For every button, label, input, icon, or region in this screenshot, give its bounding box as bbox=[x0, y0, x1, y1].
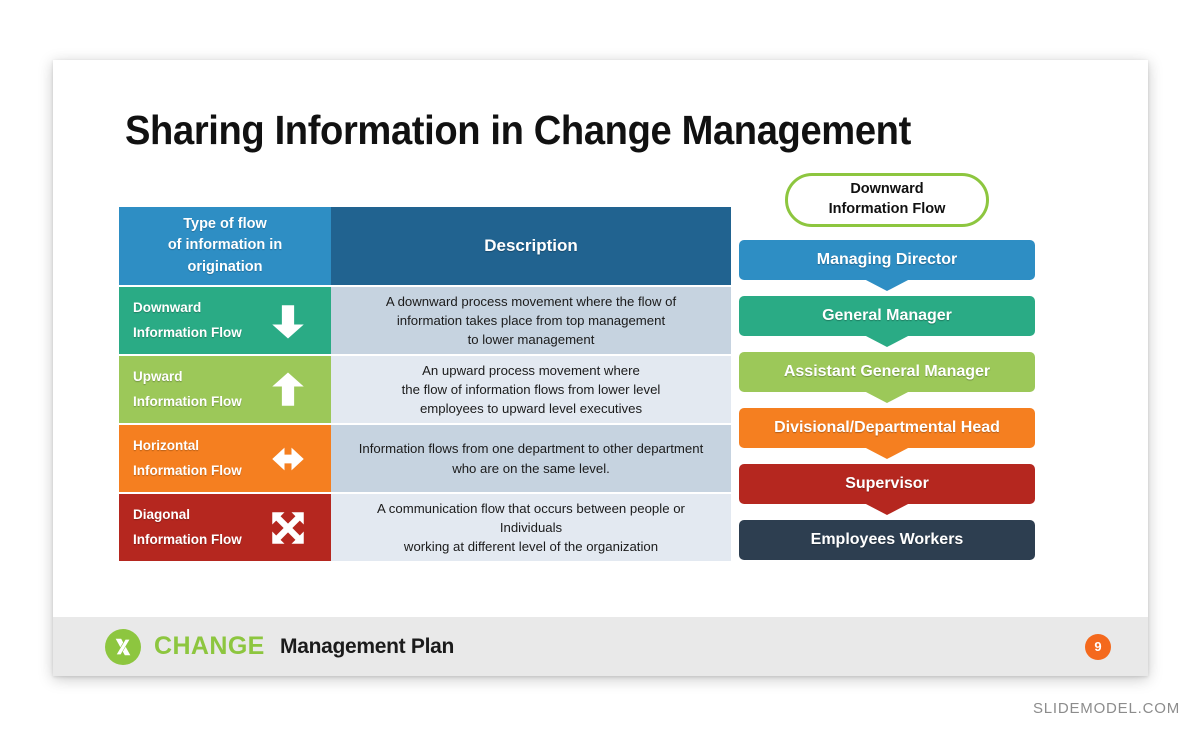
description-line: working at different level of the organi… bbox=[403, 539, 659, 555]
arrow-up-icon bbox=[267, 369, 309, 411]
watermark: SLIDEMODEL.COM bbox=[1032, 700, 1180, 717]
brand-subtitle: Management Plan bbox=[280, 634, 455, 658]
flow-type-label-line2: Information Flow bbox=[133, 462, 242, 478]
hierarchy-level-bar: Managing Director bbox=[739, 240, 1035, 291]
table-row: Horizontal Information Flow Information fl… bbox=[119, 425, 731, 492]
downward-information-flow-pill: Downward Information Flow bbox=[785, 173, 989, 227]
pill-label-line2: Information Flow bbox=[828, 201, 946, 217]
hierarchy-level-bar: Divisional/Departmental Head bbox=[739, 408, 1035, 459]
flow-type-label-line1: Upward bbox=[133, 368, 183, 384]
pill-label-line1: Downward bbox=[850, 181, 924, 198]
brand-name: CHANGE bbox=[154, 632, 265, 660]
hierarchy-level-bar: General Manager bbox=[739, 296, 1035, 347]
arrow-down-icon bbox=[267, 300, 309, 342]
flow-type-label: Upward Information Flow bbox=[133, 365, 242, 415]
description-line: A downward process movement where the fl… bbox=[385, 293, 677, 309]
arrow-diagonal-x-icon bbox=[267, 507, 309, 549]
flow-description-text: Information flows from one department to… bbox=[359, 439, 704, 477]
hierarchy-level-bar: Employees Workers bbox=[739, 520, 1035, 560]
hierarchy-level-arrow-icon bbox=[864, 391, 910, 403]
description-line: Information flows from one department to… bbox=[358, 441, 704, 457]
hierarchy-level-label: Supervisor bbox=[845, 475, 929, 492]
flow-type-label: Downward Information Flow bbox=[133, 296, 242, 346]
hierarchy-level-label: General Manager bbox=[822, 307, 952, 324]
table-header-description-label: Description bbox=[484, 236, 578, 255]
hierarchy-level-label: Assistant General Manager bbox=[783, 363, 991, 380]
description-line: employees to upward level executives bbox=[419, 401, 643, 417]
page-number-badge: 9 bbox=[1085, 633, 1111, 660]
table-row: Diagonal Information Flow A communication … bbox=[119, 494, 731, 561]
flow-type-cell: Downward Information Flow bbox=[119, 287, 331, 354]
description-line: information takes place from top managem… bbox=[396, 312, 666, 328]
flow-description-text: A downward process movement where the fl… bbox=[386, 292, 676, 349]
hierarchy-level-arrow-icon bbox=[864, 447, 910, 459]
hierarchy-level: Supervisor bbox=[739, 464, 1035, 515]
description-line: the flow of information flows from lower… bbox=[401, 381, 661, 397]
flow-type-label-line2: Information Flow bbox=[133, 393, 242, 409]
pill-label: Downward Information Flow bbox=[829, 180, 946, 219]
hierarchy-level: Assistant General Manager bbox=[739, 352, 1035, 403]
description-line: who are on the same level. bbox=[452, 460, 610, 476]
header-type-line3: origination bbox=[187, 258, 263, 275]
table-header-description-cell: Description bbox=[331, 207, 731, 285]
hierarchy-level-arrow-icon bbox=[864, 335, 910, 347]
hierarchy-level: Employees Workers bbox=[739, 520, 1035, 560]
table-row: Downward Information Flow A downward proce… bbox=[119, 287, 731, 354]
header-type-line1: Type of flow bbox=[183, 216, 267, 233]
description-line: An upward process movement where bbox=[422, 362, 640, 378]
flow-description-cell: A communication flow that occurs between… bbox=[331, 494, 731, 561]
hierarchy-level-bar: Supervisor bbox=[739, 464, 1035, 515]
table-body: Downward Information Flow A downward proce… bbox=[119, 287, 731, 561]
table-header-type-cell: Type of flow of information in originati… bbox=[119, 207, 331, 285]
page-title: Sharing Information in Change Management bbox=[125, 107, 911, 153]
flow-type-label-line1: Downward bbox=[133, 299, 202, 315]
table-row: Upward Information Flow An upward process … bbox=[119, 356, 731, 423]
arrow-left-right-icon bbox=[267, 438, 309, 480]
table-header-type-label: Type of flow of information in originati… bbox=[168, 214, 282, 277]
flow-type-cell: Upward Information Flow bbox=[119, 356, 331, 423]
hierarchy-level-arrow-icon bbox=[864, 503, 910, 515]
flow-description-cell: An upward process movement where the flow… bbox=[331, 356, 731, 423]
hierarchy-level-arrow-icon bbox=[864, 279, 910, 291]
hierarchy-level: General Manager bbox=[739, 296, 1035, 347]
hierarchy-level-bar: Assistant General Manager bbox=[739, 352, 1035, 403]
downward-flow-hierarchy: Downward Information Flow Managing Direc… bbox=[737, 173, 1037, 560]
flow-type-cell: Horizontal Information Flow bbox=[119, 425, 331, 492]
flow-type-label: Diagonal Information Flow bbox=[133, 503, 242, 553]
hierarchy-level-label: Managing Director bbox=[816, 251, 958, 268]
flow-type-label: Horizontal Information Flow bbox=[133, 434, 242, 484]
footer-bar: CHANGE Management Plan 9 bbox=[53, 617, 1148, 676]
slide-card: Sharing Information in Change Management… bbox=[53, 60, 1148, 676]
table-header-row: Type of flow of information in originati… bbox=[119, 207, 731, 285]
hierarchy-level: Divisional/Departmental Head bbox=[739, 408, 1035, 459]
information-flow-table: Type of flow of information in originati… bbox=[119, 207, 731, 563]
flow-type-cell: Diagonal Information Flow bbox=[119, 494, 331, 561]
flow-description-text: A communication flow that occurs between… bbox=[377, 499, 685, 556]
hierarchy-level: Managing Director bbox=[739, 240, 1035, 291]
description-line: to lower management bbox=[467, 332, 595, 348]
change-logo-icon bbox=[105, 628, 141, 665]
hierarchy-level-label: Employees Workers bbox=[810, 531, 964, 548]
description-line: A communication flow that occurs between… bbox=[377, 500, 685, 516]
header-type-line2: of information in bbox=[167, 237, 283, 254]
hierarchy-level-label: Divisional/Departmental Head bbox=[774, 419, 1000, 436]
flow-description-text: An upward process movement where the flow… bbox=[402, 361, 661, 418]
flow-type-label-line1: Diagonal bbox=[133, 506, 191, 522]
flow-type-label-line2: Information Flow bbox=[133, 324, 242, 340]
description-line: Individuals bbox=[499, 519, 563, 535]
flow-description-cell: A downward process movement where the fl… bbox=[331, 287, 731, 354]
hierarchy-levels: Managing Director General Manager Assistan… bbox=[737, 240, 1037, 560]
flow-type-label-line2: Information Flow bbox=[133, 531, 242, 547]
flow-description-cell: Information flows from one department to… bbox=[331, 425, 731, 492]
flow-type-label-line1: Horizontal bbox=[133, 437, 199, 453]
